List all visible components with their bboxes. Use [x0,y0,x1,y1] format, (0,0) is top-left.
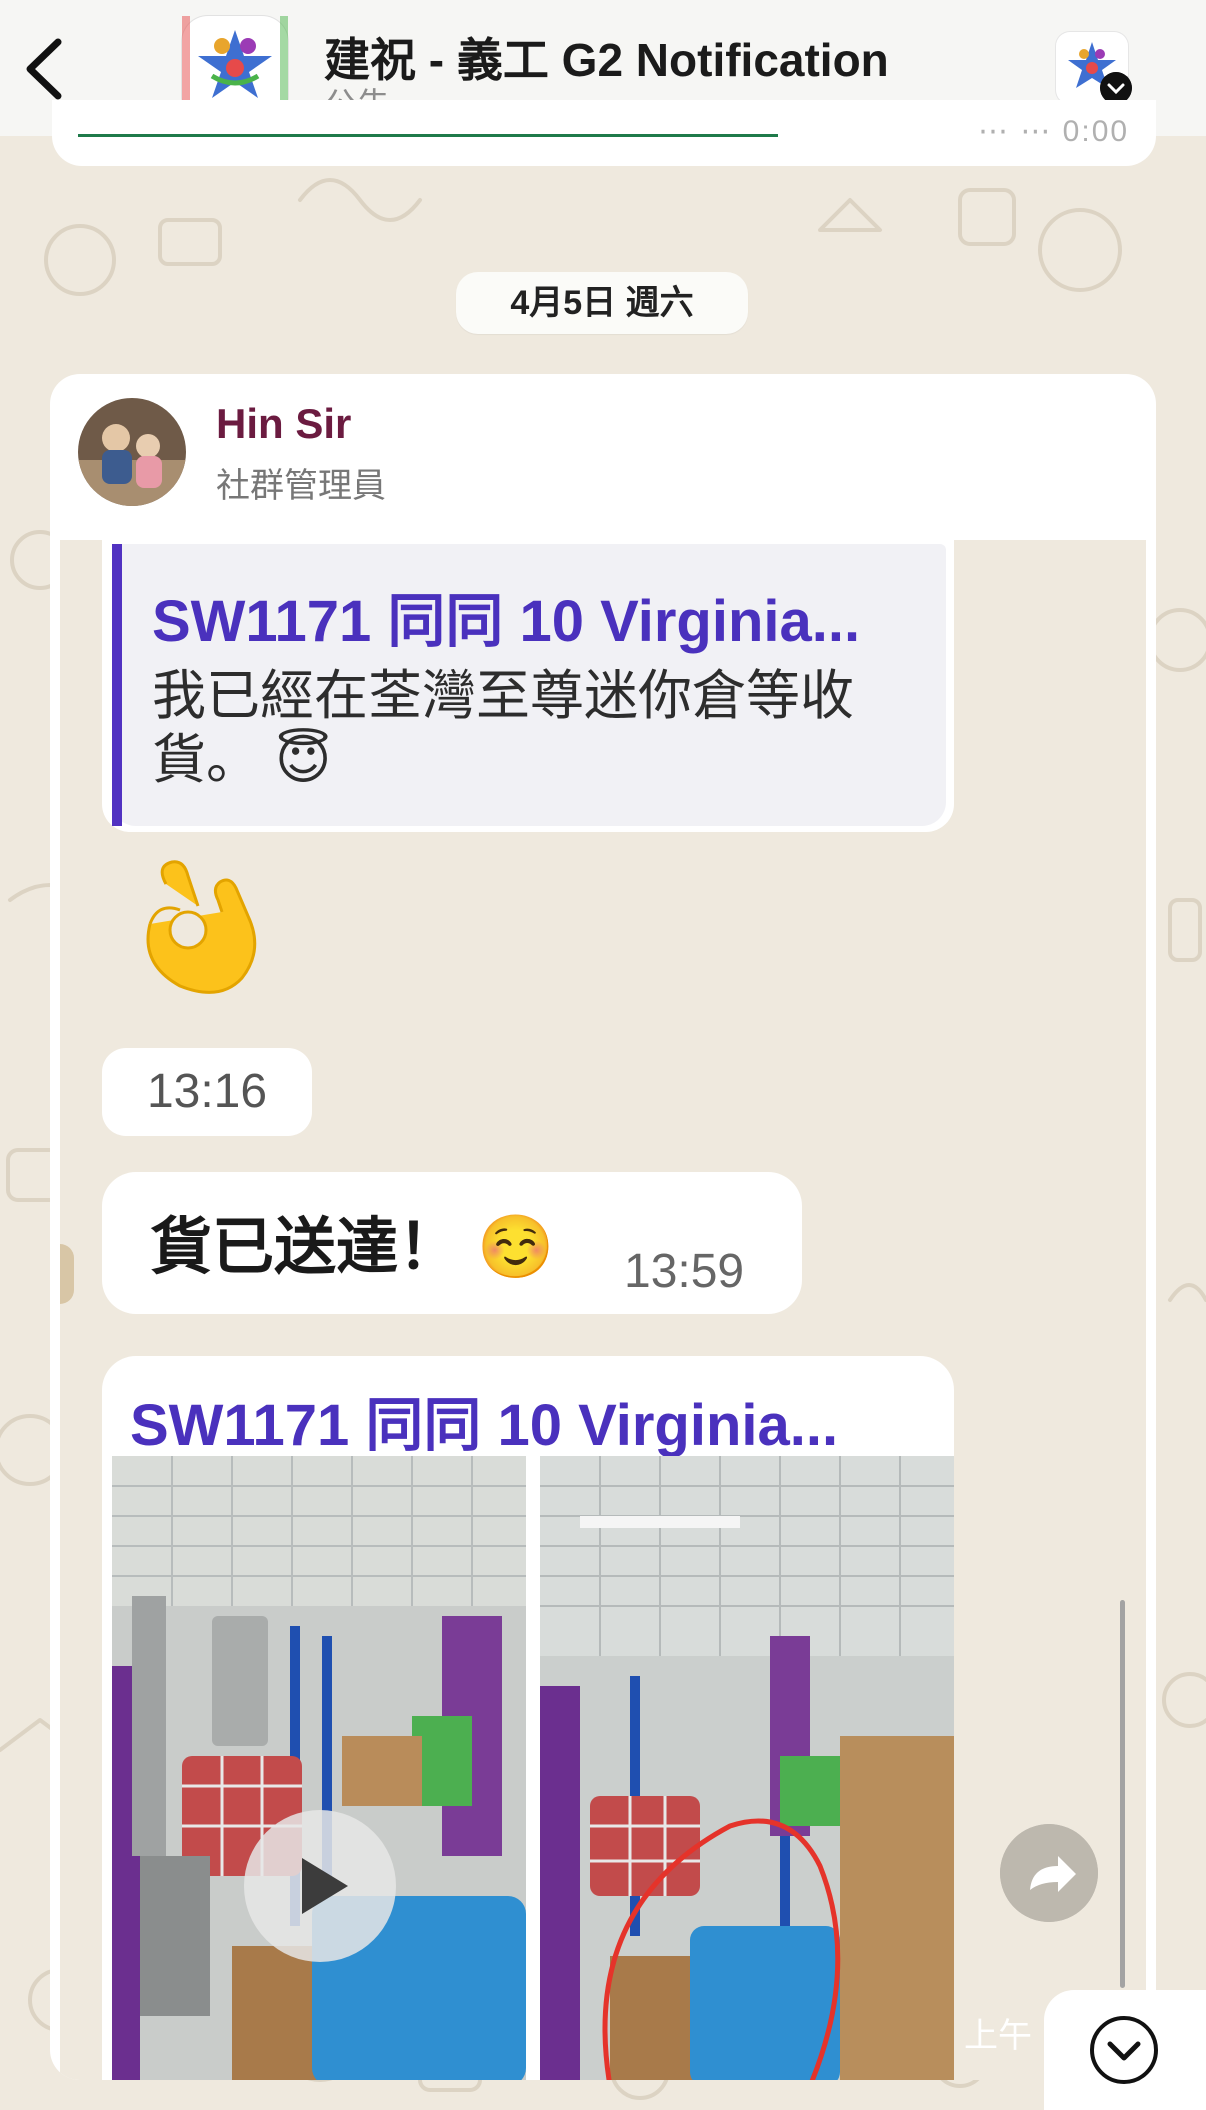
ok-hand-emoji[interactable] [126,854,270,998]
message-card[interactable]: Hin Sir 社群管理員 SW1171 同同 10 Virginia... 我… [50,374,1156,2080]
reply-time: 13:59 [624,1245,745,1298]
sender-avatar-peek [60,1244,74,1304]
message-content-area: SW1171 同同 10 Virginia... 我已經在荃灣至尊迷你倉等收貨。… [60,540,1146,2080]
play-icon[interactable] [242,1808,398,1964]
quoted-message-title: SW1171 同同 10 Virginia... [152,589,861,654]
previous-message-progress [78,134,778,137]
back-chevron-icon[interactable] [16,34,76,104]
media-message-title: SW1171 同同 10 Virginia... [130,1393,839,1458]
reply-text: 貨已送達！ ☺️ [150,1213,555,1282]
forward-arrow-icon[interactable] [1000,1824,1098,1922]
sender-role: 社群管理員 [216,467,386,505]
quoted-message-body: 我已經在荃灣至尊迷你倉等收貨。 😇 [152,666,854,790]
avatar-photo [78,398,186,506]
scroll-to-bottom-button[interactable] [1044,1990,1206,2110]
storage-room-photo [540,1456,954,2080]
video-thumbnail[interactable] [112,1456,526,2080]
chat-title[interactable]: 建祝 - 義工 G2 Notification [324,24,889,90]
sender-name[interactable]: Hin Sir [216,400,351,448]
media-time: 上午 [964,2017,1032,2055]
quote-accent-bar [112,544,122,826]
previous-message-time: ⋯ ⋯ 0:00 [978,115,1130,148]
emoji-reply-time: 13:16 [102,1048,312,1136]
scrollbar[interactable] [1120,1600,1125,1988]
sender-avatar[interactable] [78,398,186,506]
date-divider: 4月5日 週六 [456,272,748,334]
storage-room-photo [112,1456,526,2080]
chevron-down-icon [1090,2016,1158,2084]
image-thumbnail[interactable] [540,1456,954,2080]
